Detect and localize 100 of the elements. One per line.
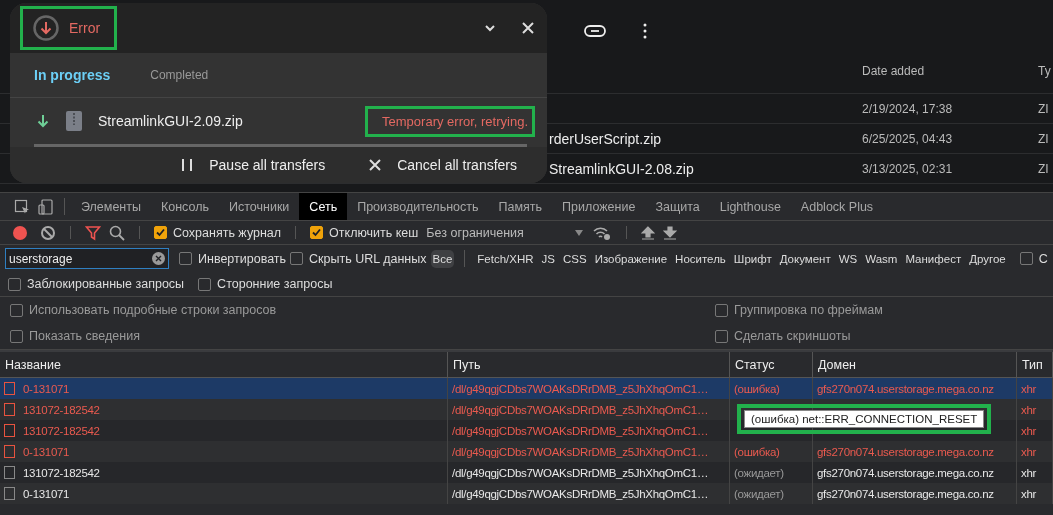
column-header[interactable]: Путь xyxy=(448,352,730,377)
file-name: StreamlinkGUI-2.09.zip xyxy=(98,113,244,129)
checkbox-label: Отключить кеш xyxy=(329,225,419,240)
devtools-tab[interactable]: Консоль xyxy=(151,193,219,220)
checkbox[interactable]: Группировка по фреймам xyxy=(715,303,1043,317)
clear-search-icon[interactable] xyxy=(152,252,165,265)
search-icon[interactable] xyxy=(109,224,125,241)
download-error-icon xyxy=(33,15,59,41)
request-status: (ошибка) xyxy=(734,382,780,395)
filter-type-button[interactable]: JS xyxy=(539,249,557,268)
request-domain: gfs270n074.userstorage.mega.co.nz xyxy=(817,445,994,458)
search-field[interactable]: userstorage xyxy=(5,248,169,269)
type-cell-text: ZI xyxy=(1038,131,1050,146)
transfer-status: Error xyxy=(69,20,101,36)
checkbox-label: С xyxy=(1038,251,1048,266)
request-status: (ошибка) xyxy=(734,445,780,458)
more-icon[interactable] xyxy=(643,23,647,39)
request-path: /dl/g49qgjCDbs7WOAKsDRrDMB_z5JhXhqOmC1… xyxy=(452,382,709,395)
inspect-icon[interactable] xyxy=(14,198,30,215)
checkbox[interactable]: Отключить кеш xyxy=(310,225,419,240)
request-row[interactable]: 0-131071 /dl/g49qgjCDbs7WOAKsDRrDMB_z5JhXhqOmC1… (ожидает) gfs270n074.userstorage.mega.co.nz xhr xyxy=(0,483,1053,504)
filter-type-button[interactable]: Wasm xyxy=(863,249,900,268)
close-icon xyxy=(369,159,382,171)
download-icon[interactable] xyxy=(663,224,678,241)
popup-tab[interactable]: In progress xyxy=(34,67,111,83)
request-name: 131072-182542 xyxy=(23,466,100,479)
date-cell-text: 2/19/2024, 17:38 xyxy=(862,101,954,116)
pause-icon xyxy=(181,158,194,172)
devtools-tab[interactable]: Производительность xyxy=(347,193,489,220)
throttling-select[interactable]: Без ограничения xyxy=(426,225,567,240)
filter-type-button[interactable]: Другое xyxy=(967,249,1008,268)
request-path: /dl/g49qgjCDbs7WOAKsDRrDMB_z5JhXhqOmC1… xyxy=(452,466,709,479)
close-icon[interactable] xyxy=(521,21,535,35)
request-type: xhr xyxy=(1021,424,1037,437)
filter-type-button[interactable]: Fetch/XHR xyxy=(475,249,536,268)
checkbox-label: Сделать скриншоты xyxy=(734,329,851,343)
checkbox-label: Инвертировать xyxy=(198,251,287,266)
column-header[interactable]: Тип xyxy=(1017,352,1053,377)
filter-type-button[interactable]: WS xyxy=(836,249,860,268)
column-header[interactable]: Статус xyxy=(730,352,813,377)
pause-button[interactable]: Pause all transfers xyxy=(181,157,326,173)
date-cell-text: 6/25/2025, 04:43 xyxy=(862,131,954,146)
devtools-tab[interactable]: Защита xyxy=(645,193,710,220)
record-icon[interactable] xyxy=(12,224,28,241)
checkbox-label: Группировка по фреймам xyxy=(734,303,883,317)
type-cell-text: ZI xyxy=(1038,161,1050,176)
devtools-tab[interactable]: Приложение xyxy=(552,193,646,220)
file-name: StreamlinkGUI-2.08.zip xyxy=(549,160,694,177)
upload-icon[interactable] xyxy=(641,224,656,241)
filter-type-button[interactable]: Документ xyxy=(777,249,833,268)
request-type: xhr xyxy=(1021,445,1037,458)
column-header[interactable]: Ty xyxy=(1038,63,1053,78)
devtools-tab[interactable]: Lighthouse xyxy=(709,193,791,220)
caret-down-icon[interactable] xyxy=(574,228,585,237)
column-header[interactable]: Date added xyxy=(862,63,1038,78)
request-type: xhr xyxy=(1021,487,1037,500)
request-status: (ожидает) xyxy=(734,466,784,479)
column-header[interactable]: Название xyxy=(0,352,448,377)
request-type: xhr xyxy=(1021,466,1037,479)
devtools-tab[interactable]: Сеть xyxy=(299,193,348,220)
device-icon[interactable] xyxy=(38,198,54,215)
request-path: /dl/g49qgjCDbs7WOAKsDRrDMB_z5JhXhqOmC1… xyxy=(452,487,709,500)
arrow-down-icon xyxy=(36,114,50,128)
filter-type-button[interactable]: Носитель xyxy=(673,249,728,268)
filter-type-button[interactable]: Изображение xyxy=(592,249,670,268)
checkbox[interactable]: Показать сведения xyxy=(10,329,715,343)
devtools-tab[interactable]: Adblock Plus xyxy=(790,193,884,220)
cancel-button[interactable]: Cancel all transfers xyxy=(369,157,517,173)
checkbox[interactable]: Сделать скриншоты xyxy=(715,329,1043,343)
date-cell-text: 3/13/2025, 02:31 xyxy=(862,161,954,176)
checkbox[interactable]: С xyxy=(1019,251,1048,266)
clear-icon[interactable] xyxy=(40,224,56,241)
tooltip: (ошибка) net::ERR_CONNECTION_RESET xyxy=(744,410,985,428)
filter-type-button[interactable]: CSS xyxy=(561,249,589,268)
devtools-tab[interactable]: Память xyxy=(488,193,553,220)
checkbox[interactable]: Использовать подробные строки запросов xyxy=(10,303,715,317)
request-path: /dl/g49qgjCDbs7WOAKsDRrDMB_z5JhXhqOmC1… xyxy=(452,445,709,458)
request-domain: gfs270n074.userstorage.mega.co.nz xyxy=(817,382,994,395)
column-header[interactable]: Домен xyxy=(813,352,1017,377)
devtools-tab[interactable]: Элементы xyxy=(71,193,151,220)
request-row[interactable]: 0-131071 /dl/g49qgjCDbs7WOAKsDRrDMB_z5JhXhqOmC1… (ошибка) gfs270n074.userstorage.mega.co.nz xhr xyxy=(0,441,1053,462)
file-name: rderUserScript.zip xyxy=(549,130,662,147)
request-path: /dl/g49qgjCDbs7WOAKsDRrDMB_z5JhXhqOmC1… xyxy=(452,424,709,437)
checkmark-icon xyxy=(312,228,322,237)
filter-type-button[interactable]: Все xyxy=(430,249,455,268)
request-path: /dl/g49qgjCDbs7WOAKsDRrDMB_z5JhXhqOmC1… xyxy=(452,403,709,416)
network-settings-icon[interactable] xyxy=(592,224,613,241)
request-name: 0-131071 xyxy=(23,445,70,458)
link-icon[interactable] xyxy=(583,23,607,39)
popup-tab[interactable]: Completed xyxy=(150,68,209,82)
request-domain: gfs270n074.userstorage.mega.co.nz xyxy=(817,487,994,500)
devtools-tab[interactable]: Источники xyxy=(219,193,300,220)
request-status: (ожидает) xyxy=(734,487,784,500)
checkbox[interactable]: Инвертировать xyxy=(179,251,287,266)
filter-type-button[interactable]: Манифест xyxy=(903,249,964,268)
checkbox-label: Использовать подробные строки запросов xyxy=(29,303,277,317)
request-domain: gfs270n074.userstorage.mega.co.nz xyxy=(817,466,994,479)
request-name: 131072-182542 xyxy=(23,424,100,437)
filter-icon[interactable] xyxy=(85,224,101,241)
filter-type-button[interactable]: Шрифт xyxy=(731,249,774,268)
